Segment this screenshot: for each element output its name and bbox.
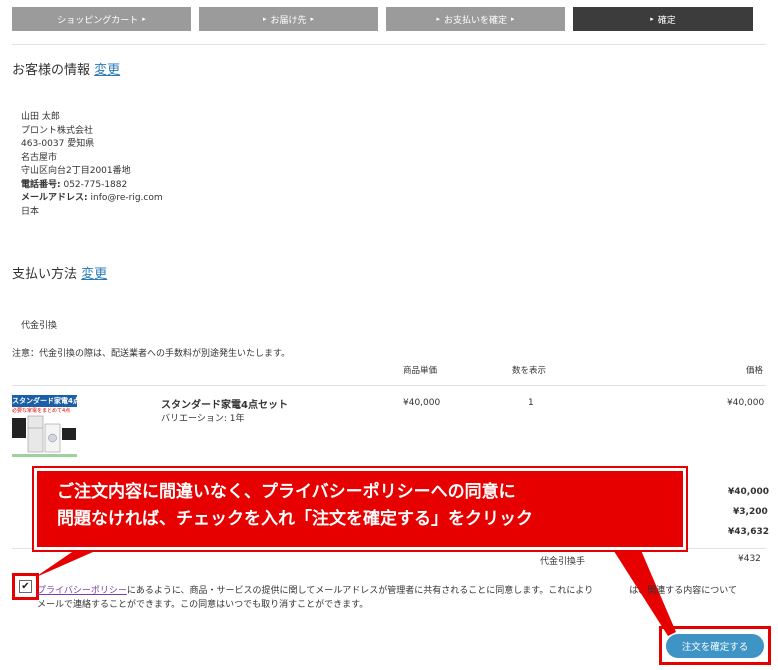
agreement-text-a: にあるように、商品・サービスの提供に関してメールアドレスが管理者に共有されること… — [126, 586, 594, 596]
agreement-text-line1: プライバシーポリシーにあるように、商品・サービスの提供に関してメールアドレスが管… — [37, 583, 737, 596]
callout-arrows — [34, 548, 676, 636]
callout-line-1: ご注文内容に間違いなく、プライバシーポリシーへの同意に — [57, 482, 516, 502]
privacy-policy-link[interactable]: プライバシーポリシー — [37, 586, 127, 596]
callout-line-2: 問題なければ、チェックを入れ「注文を確定する」をクリック — [57, 509, 533, 529]
instruction-callout: ご注文内容に間違いなく、プライバシーポリシーへの同意に 問題なければ、チェックを… — [34, 468, 686, 550]
checkbox-highlight — [12, 573, 39, 600]
agreement-text-line2: メールで連絡することができます。この同意はいつでも取り消すことができます。 — [37, 600, 369, 610]
agreement-text-b: は、関連する内容について — [629, 586, 737, 596]
confirm-order-button[interactable]: 注文を確定する — [666, 634, 764, 658]
